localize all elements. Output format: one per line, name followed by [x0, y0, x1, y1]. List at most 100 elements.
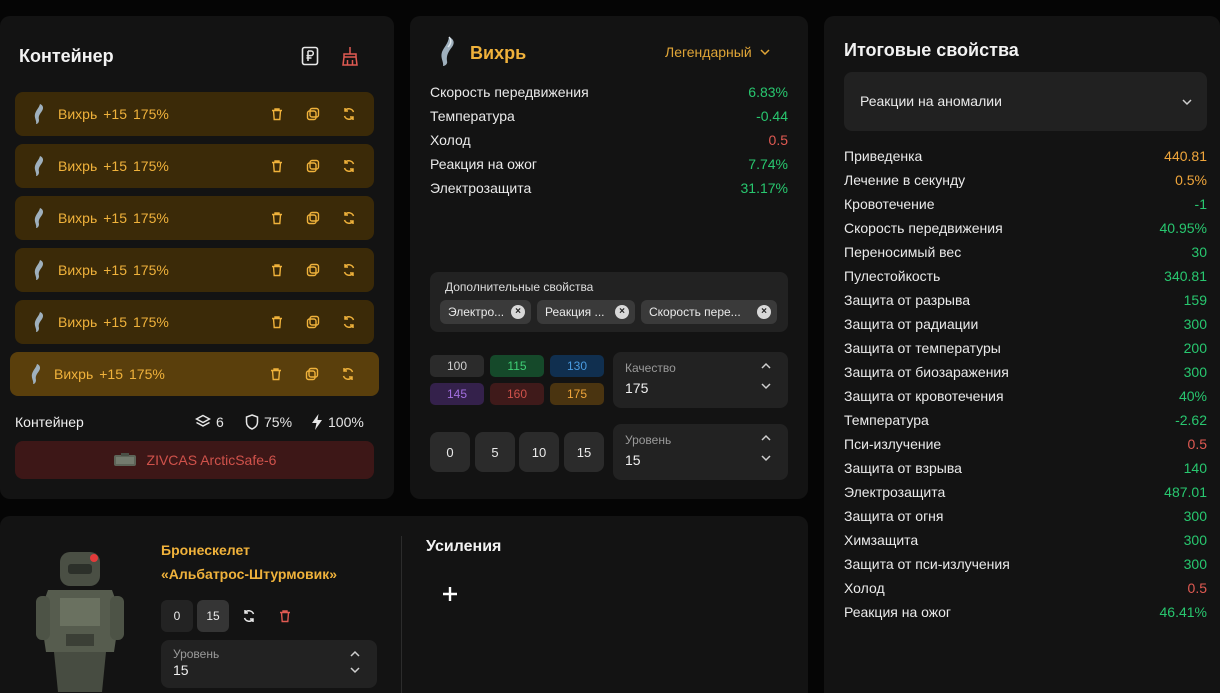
trash-icon[interactable]: [267, 365, 285, 383]
refresh-icon[interactable]: [340, 209, 358, 227]
stat-name: Химзащита: [844, 532, 919, 548]
item-quality: 175%: [133, 262, 169, 278]
stat-name: Пси-излучение: [844, 436, 942, 452]
remove-tag-icon[interactable]: ×: [511, 305, 525, 319]
trash-icon[interactable]: [268, 209, 286, 227]
level-preset-15[interactable]: 15: [564, 432, 604, 472]
container-item-button[interactable]: ZIVCAS ArcticSafe-6: [15, 441, 374, 479]
copy-icon[interactable]: [303, 365, 321, 383]
trash-icon[interactable]: [268, 313, 286, 331]
quality-preset-145[interactable]: 145: [430, 383, 484, 405]
stat-value: 30: [1191, 244, 1207, 260]
chevron-down-icon[interactable]: [760, 452, 772, 464]
level-preset-0[interactable]: 0: [430, 432, 470, 472]
quality-stepper[interactable]: Качество 175: [613, 352, 788, 408]
chevron-up-icon[interactable]: [349, 648, 361, 660]
add-boost-button[interactable]: [438, 582, 462, 606]
summary-stat-row: Кровотечение -1: [844, 196, 1207, 216]
chevron-down-icon[interactable]: [349, 664, 361, 676]
container-item-label: Вихрь +15 175%: [58, 314, 175, 330]
armor-name: Бронескелет «Альбатрос-Штурмовик»: [161, 538, 381, 586]
container-item-row[interactable]: Вихрь +15 175%: [10, 352, 379, 396]
refresh-icon[interactable]: [340, 261, 358, 279]
refresh-icon[interactable]: [340, 313, 358, 331]
level-stepper[interactable]: Уровень 15: [613, 424, 788, 480]
stat-value: 300: [1183, 532, 1207, 548]
remove-tag-icon[interactable]: ×: [757, 305, 771, 319]
item-level: +15: [99, 366, 123, 382]
copy-icon[interactable]: [304, 157, 322, 175]
level-preset-5[interactable]: 5: [475, 432, 515, 472]
stat-name: Реакция на ожог: [844, 604, 952, 620]
refresh-icon[interactable]: [339, 365, 357, 383]
artifact-stat-row: Электрозащита 31.17%: [430, 180, 788, 200]
stat-value: 0.5: [1187, 580, 1207, 596]
quality-preset-160[interactable]: 160: [490, 383, 544, 405]
copy-icon[interactable]: [304, 209, 322, 227]
stat-name: Пулестойкость: [844, 268, 941, 284]
trash-icon[interactable]: [268, 105, 286, 123]
artifact-stat-row: Скорость передвижения 6.83%: [430, 84, 788, 104]
refresh-icon[interactable]: [233, 600, 265, 632]
broom-icon[interactable]: [338, 44, 362, 68]
armor-level-preset-15[interactable]: 15: [197, 600, 229, 632]
layers-icon: [195, 414, 211, 427]
trash-icon[interactable]: [269, 600, 301, 632]
ruble-icon[interactable]: [298, 44, 322, 68]
stat-value: 340.81: [1164, 268, 1207, 284]
quality-preset-175[interactable]: 175: [550, 383, 604, 405]
refresh-icon[interactable]: [340, 105, 358, 123]
container-item-row[interactable]: Вихрь +15 175%: [15, 92, 374, 136]
stat-name: Температура: [430, 108, 515, 124]
chevron-down-icon[interactable]: [760, 380, 772, 392]
stat-value: 0.5: [768, 132, 788, 148]
artifact-icon: [34, 156, 44, 176]
item-name: Вихрь: [58, 314, 98, 330]
armor-level-preset-0[interactable]: 0: [161, 600, 193, 632]
container-item-row[interactable]: Вихрь +15 175%: [15, 300, 374, 344]
remove-tag-icon[interactable]: ×: [615, 305, 629, 319]
container-item-row[interactable]: Вихрь +15 175%: [15, 196, 374, 240]
summary-stat-row: Холод 0.5: [844, 580, 1207, 600]
summary-title: Итоговые свойства: [844, 40, 1019, 60]
armor-level-stepper[interactable]: Уровень 15: [161, 640, 377, 688]
level-value: 15: [625, 452, 641, 468]
stat-name: Кровотечение: [844, 196, 935, 212]
stat-value: 40%: [1178, 388, 1207, 404]
copy-icon[interactable]: [304, 261, 322, 279]
quality-preset-100[interactable]: 100: [430, 355, 484, 377]
stat-value: 7.74%: [748, 156, 788, 172]
extra-tag[interactable]: Скорость пере... ×: [641, 300, 777, 324]
artifact-stat-row: Реакция на ожог 7.74%: [430, 156, 788, 176]
level-preset-10[interactable]: 10: [519, 432, 559, 472]
container-item-row[interactable]: Вихрь +15 175%: [15, 144, 374, 188]
refresh-icon[interactable]: [340, 157, 358, 175]
container-panel: Контейнер Вихрь +15 175% Вихрь +15 175% Вихрь +…: [0, 16, 394, 499]
armor-level-value: 15: [173, 662, 189, 678]
rarity-select[interactable]: Легендарный: [665, 44, 770, 60]
quality-preset-130[interactable]: 130: [550, 355, 604, 377]
extra-tag[interactable]: Электро... ×: [440, 300, 531, 324]
summary-stat-row: Электрозащита 487.01: [844, 484, 1207, 504]
summary-filter-select[interactable]: Реакции на аномалии: [844, 72, 1207, 131]
chevron-down-icon: [760, 49, 770, 55]
bolt-icon: [312, 414, 322, 430]
copy-icon[interactable]: [304, 313, 322, 331]
quality-preset-115[interactable]: 115: [490, 355, 544, 377]
trash-icon[interactable]: [268, 261, 286, 279]
summary-stat-row: Пси-излучение 0.5: [844, 436, 1207, 456]
item-quality: 175%: [129, 366, 165, 382]
chevron-up-icon[interactable]: [760, 360, 772, 372]
extra-tag[interactable]: Реакция ... ×: [537, 300, 635, 324]
stat-name: Защита от кровотечения: [844, 388, 1004, 404]
copy-icon[interactable]: [304, 105, 322, 123]
trash-icon[interactable]: [268, 157, 286, 175]
stat-name: Скорость передвижения: [844, 220, 1003, 236]
chevron-up-icon[interactable]: [760, 432, 772, 444]
stat-name: Защита от разрыва: [844, 292, 971, 308]
stat-value: -0.44: [756, 108, 788, 124]
extra-properties: Дополнительные свойства Электро... × Реак…: [430, 272, 788, 332]
item-name: Вихрь: [54, 366, 94, 382]
stat-value: 31.17%: [740, 180, 788, 196]
container-item-row[interactable]: Вихрь +15 175%: [15, 248, 374, 292]
